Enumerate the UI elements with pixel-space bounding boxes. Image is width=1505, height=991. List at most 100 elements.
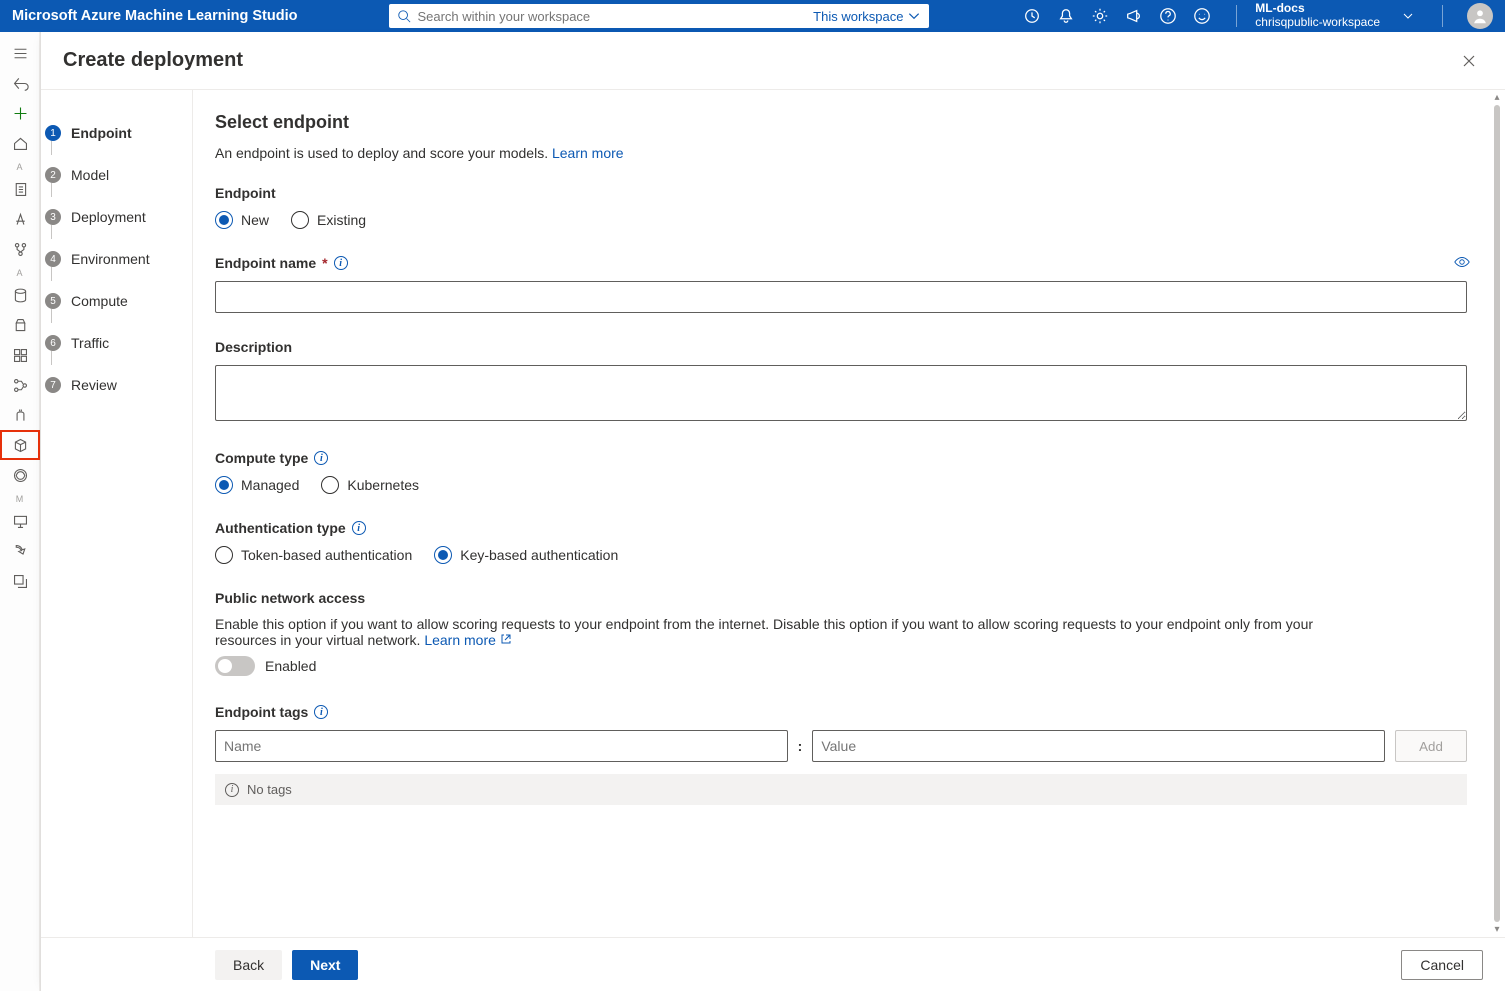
notebook-icon[interactable] [0,174,40,204]
create-deployment-dialog: Create deployment 1 Endpoint 2 Model 3 D… [40,32,1505,991]
wizard-steps: 1 Endpoint 2 Model 3 Deployment 4 Enviro… [41,90,193,937]
tag-input-row: : Add [215,730,1467,762]
step-traffic[interactable]: 6 Traffic [41,322,192,364]
dialog-header: Create deployment [41,32,1505,90]
scroll-up-icon[interactable]: ▴ [1494,92,1499,103]
info-icon[interactable]: i [352,521,366,535]
auth-type-label: Authentication type i [215,520,1467,536]
auth-type-radio-group: Token-based authentication Key-based aut… [215,546,1467,564]
form-description: An endpoint is used to deploy and score … [215,145,1467,161]
step-model[interactable]: 2 Model [41,154,192,196]
search-scope-dropdown[interactable]: This workspace [813,9,921,24]
public-access-description: Enable this option if you want to allow … [215,616,1335,648]
description-input[interactable] [215,365,1467,421]
pipelines-icon[interactable] [0,370,40,400]
public-access-label: Public network access [215,590,1467,606]
cancel-button[interactable]: Cancel [1401,950,1483,980]
no-tags-banner: i No tags [215,774,1467,805]
environments-icon[interactable] [0,400,40,430]
search-icon [397,9,411,23]
scroll-down-icon[interactable]: ▾ [1494,924,1499,935]
tag-colon: : [798,738,803,754]
jobs-icon[interactable] [0,310,40,340]
back-icon[interactable] [0,68,40,98]
back-button[interactable]: Back [215,950,282,980]
info-icon: i [225,783,239,797]
topbar-icons [1016,0,1218,32]
learn-more-public-link[interactable]: Learn more [424,632,511,648]
endpoint-tags-label: Endpoint tags i [215,704,1467,720]
user-avatar[interactable] [1467,3,1493,29]
endpoint-name-input[interactable] [215,281,1467,313]
radio-compute-managed[interactable]: Managed [215,476,299,494]
learn-more-link[interactable]: Learn more [552,145,624,161]
brand-title: Microsoft Azure Machine Learning Studio [12,8,297,24]
info-icon[interactable]: i [314,705,328,719]
dialog-title: Create deployment [63,49,243,72]
public-access-toggle[interactable] [215,656,255,676]
radio-endpoint-existing[interactable]: Existing [291,211,366,229]
top-bar: Microsoft Azure Machine Learning Studio … [0,0,1505,32]
close-icon [1462,54,1476,68]
datastore-icon[interactable] [0,536,40,566]
global-search[interactable]: This workspace [389,4,929,28]
dialog-footer: Back Next Cancel [41,937,1505,991]
hamburger-icon[interactable] [0,38,40,68]
plus-icon[interactable] [0,98,40,128]
workspace-name: ML-docs [1255,2,1380,16]
tag-value-input[interactable] [812,730,1385,762]
rail-section-m: M [0,490,39,506]
megaphone-icon[interactable] [1118,0,1150,32]
tag-name-input[interactable] [215,730,788,762]
workspace-chevron[interactable] [1392,0,1424,32]
compute-type-radio-group: Managed Kubernetes [215,476,1467,494]
endpoint-name-label: Endpoint name * i [215,255,1467,271]
radio-auth-token[interactable]: Token-based authentication [215,546,412,564]
radio-endpoint-new[interactable]: New [215,211,269,229]
step-compute[interactable]: 5 Compute [41,280,192,322]
external-link-icon [500,633,512,645]
search-scope-label: This workspace [813,9,903,24]
data-icon[interactable] [0,280,40,310]
home-icon[interactable] [0,128,40,158]
linked-icon[interactable] [0,566,40,596]
radio-compute-kubernetes[interactable]: Kubernetes [321,476,419,494]
components-icon[interactable] [0,340,40,370]
workspace-info[interactable]: ML-docs chrisqpublic-workspace [1255,2,1380,30]
next-button[interactable]: Next [292,950,358,980]
designer-icon[interactable] [0,234,40,264]
chevron-down-icon [907,9,921,23]
endpoint-radio-group: New Existing [215,211,1467,229]
bell-icon[interactable] [1050,0,1082,32]
rail-section-a2: A [0,264,39,280]
step-deployment[interactable]: 3 Deployment [41,196,192,238]
rail-section-a: A [0,158,39,174]
endpoints-icon[interactable] [0,460,40,490]
edge-scrollbar[interactable]: ▴ ▾ [1489,90,1505,937]
preview-icon[interactable] [1453,253,1471,274]
endpoint-section-label: Endpoint [215,185,1467,201]
step-environment[interactable]: 4 Environment [41,238,192,280]
compute-type-label: Compute type i [215,450,1467,466]
automl-icon[interactable] [0,204,40,234]
search-input[interactable] [417,9,807,24]
info-icon[interactable]: i [334,256,348,270]
workspace-subtitle: chrisqpublic-workspace [1255,16,1380,30]
help-icon[interactable] [1152,0,1184,32]
step-endpoint[interactable]: 1 Endpoint [41,112,192,154]
public-access-toggle-label: Enabled [265,658,316,674]
models-icon[interactable] [0,430,40,460]
left-rail: A A M [0,32,40,991]
compute-icon[interactable] [0,506,40,536]
smile-icon[interactable] [1186,0,1218,32]
description-label: Description [215,339,1467,355]
form-panel: Select endpoint An endpoint is used to d… [193,90,1489,937]
clock-icon[interactable] [1016,0,1048,32]
radio-auth-key[interactable]: Key-based authentication [434,546,618,564]
tag-add-button[interactable]: Add [1395,730,1467,762]
close-button[interactable] [1455,47,1483,75]
info-icon[interactable]: i [314,451,328,465]
gear-icon[interactable] [1084,0,1116,32]
step-review[interactable]: 7 Review [41,364,192,406]
form-heading: Select endpoint [215,112,1467,133]
